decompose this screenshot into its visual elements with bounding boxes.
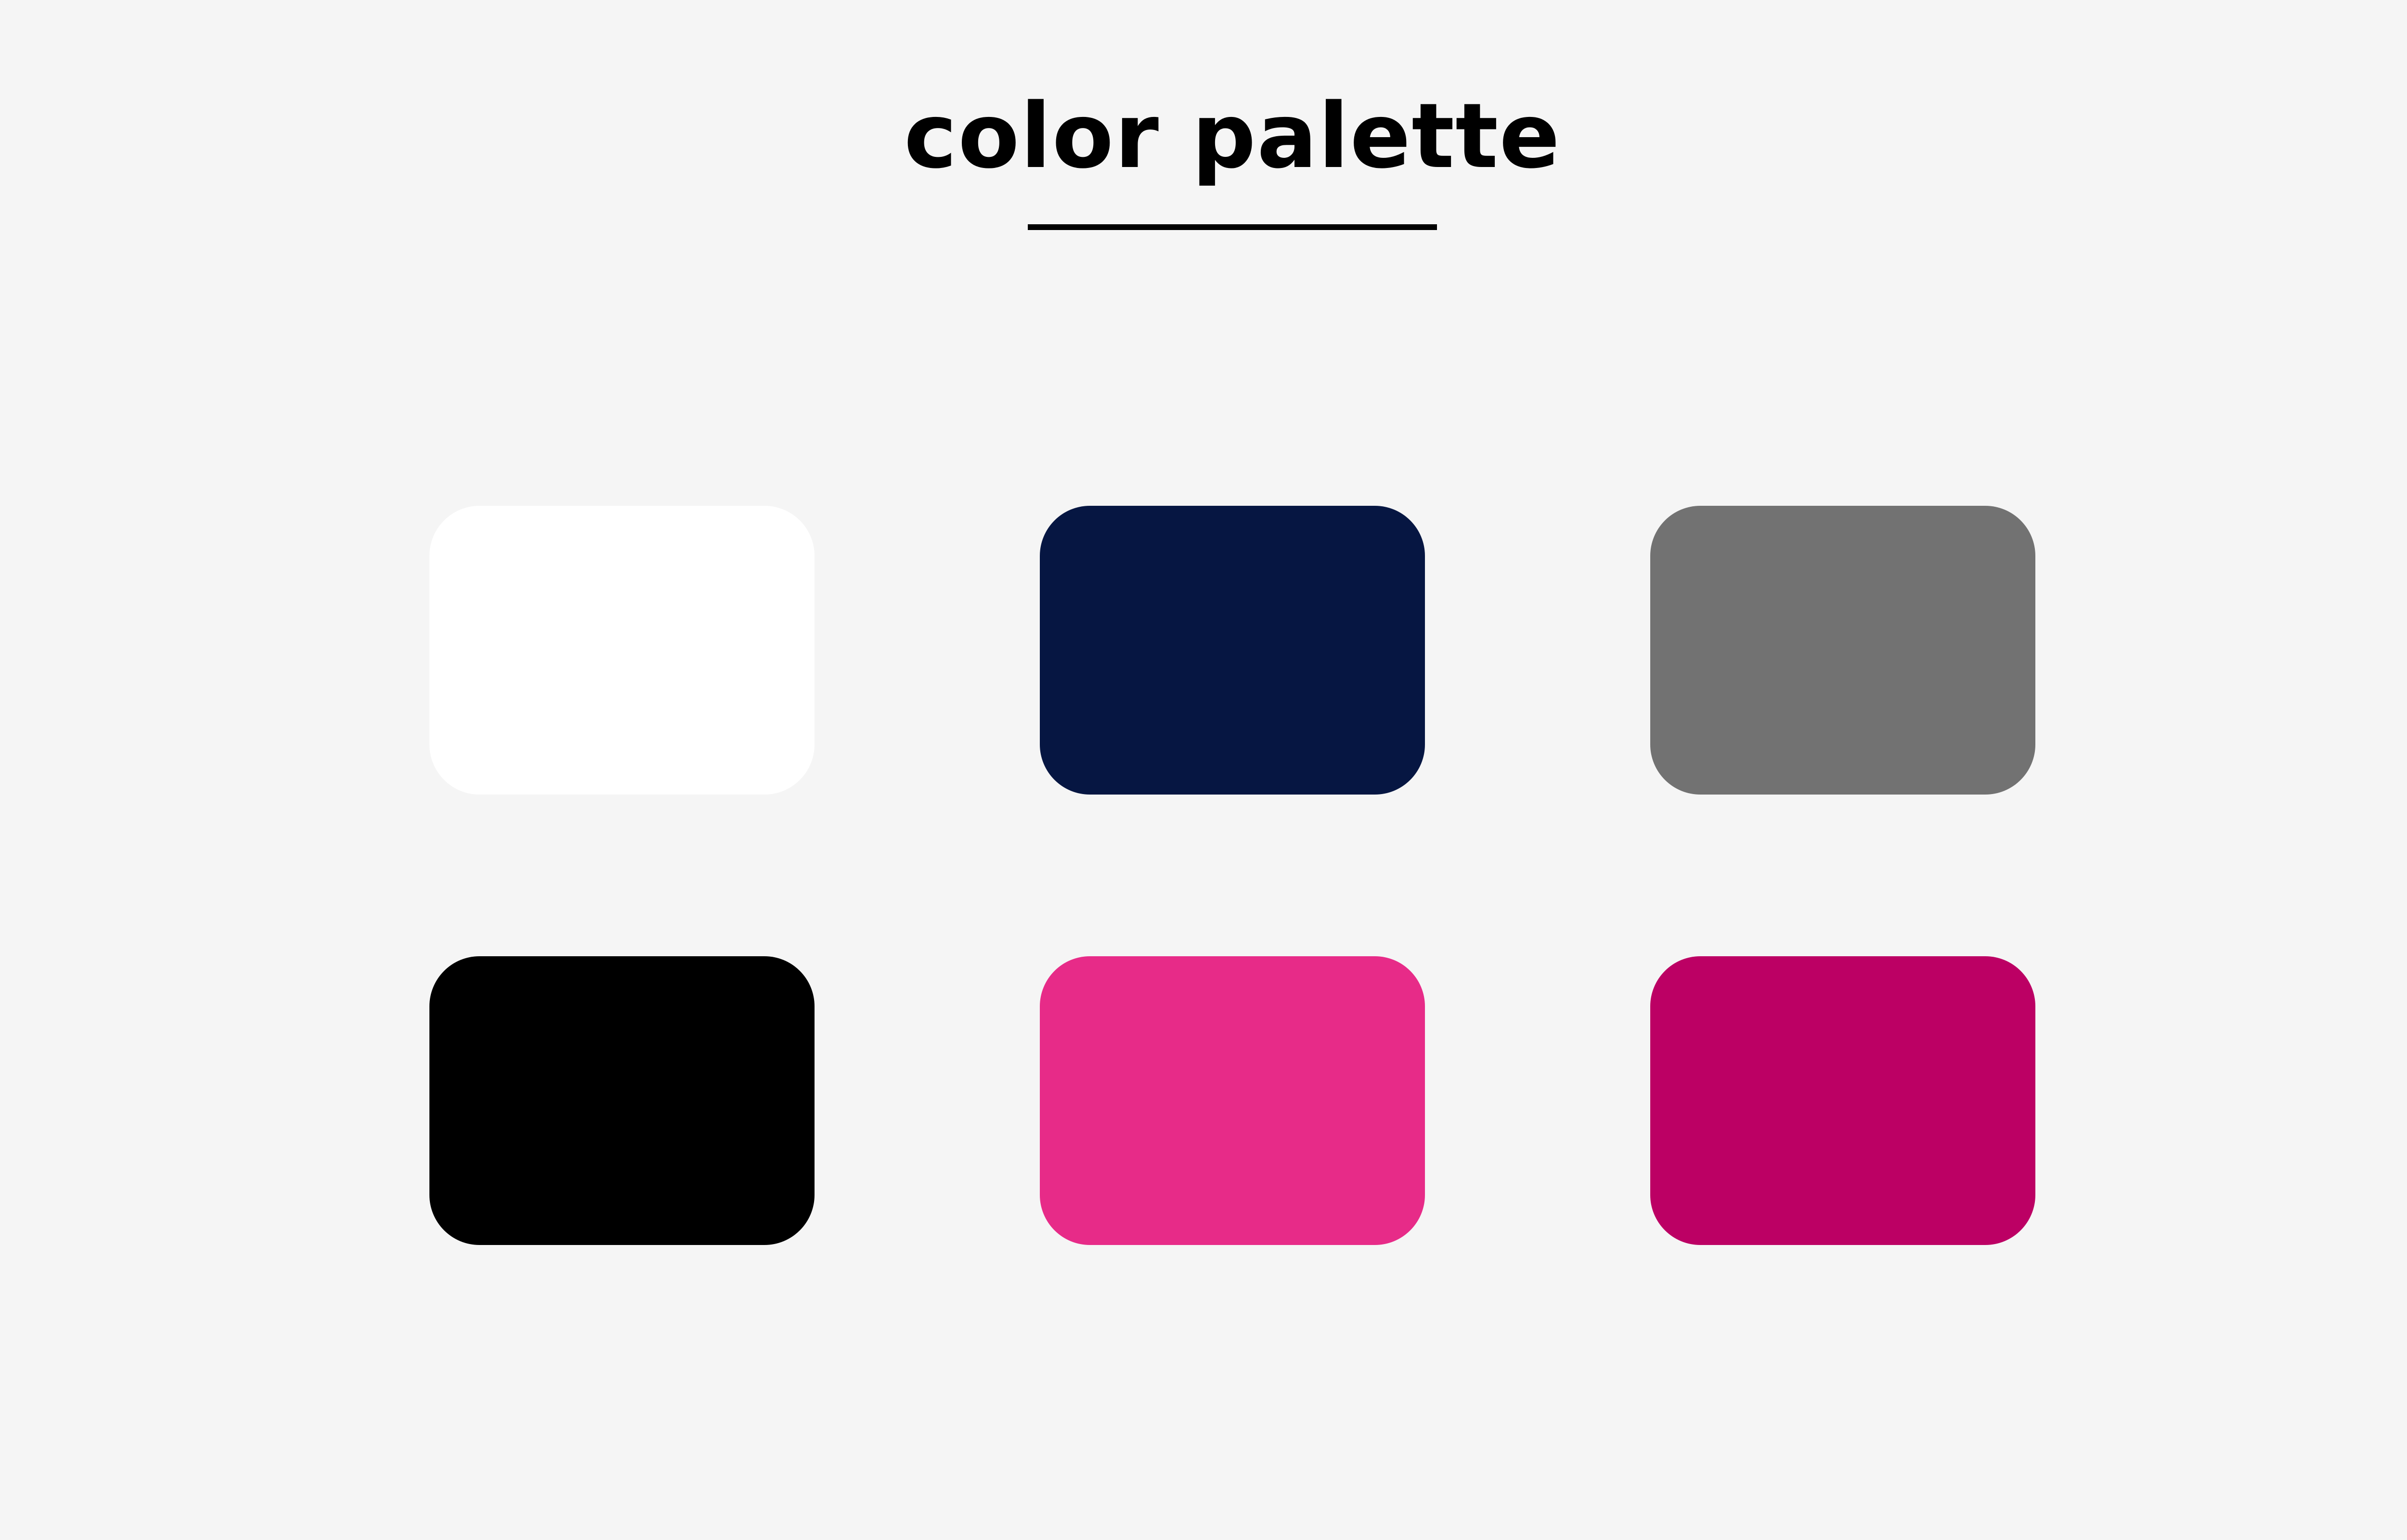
title-underline — [1028, 224, 1437, 230]
color-swatch-black — [429, 956, 815, 1245]
color-swatch-white — [429, 506, 815, 795]
color-swatch-gray — [1650, 506, 2035, 795]
color-swatch-magenta — [1650, 956, 2035, 1245]
color-swatch-pink — [1040, 956, 1425, 1245]
color-swatch-navy — [1040, 506, 1425, 795]
page-title: color palette — [904, 84, 1561, 188]
